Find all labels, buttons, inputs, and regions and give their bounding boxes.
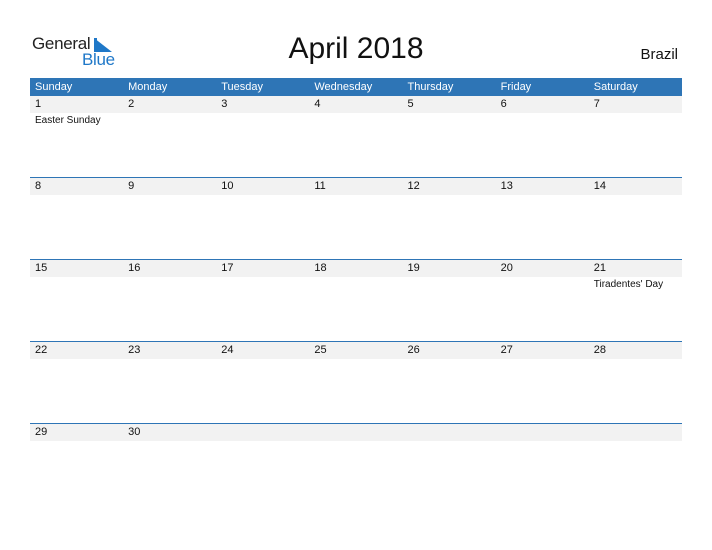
day-cell: 27 [496, 342, 589, 360]
day-number: 17 [221, 262, 234, 274]
weekday-sunday: Sunday [35, 81, 73, 93]
week-days: 1 Easter Sunday 2 3 4 5 6 7 [30, 96, 682, 127]
day-number: 1 [35, 98, 42, 110]
calendar: Sunday Monday Tuesday Wednesday Thursday… [30, 78, 682, 505]
weekday-saturday: Saturday [593, 81, 638, 93]
day-cell: 1 Easter Sunday [30, 96, 123, 127]
day-number: 7 [593, 98, 600, 110]
day-number: 23 [128, 344, 141, 356]
day-cell: 22 [30, 342, 123, 360]
day-number: 25 [314, 344, 327, 356]
day-number [221, 424, 309, 441]
day-cell: 30 [123, 424, 216, 442]
day-cell: 12 [403, 178, 496, 196]
day-cell: 6 [496, 96, 589, 127]
day-number: 12 [407, 180, 420, 192]
day-number: 22 [35, 344, 48, 356]
day-cell: 24 [216, 342, 309, 360]
day-number: 16 [128, 262, 141, 274]
day-cell [496, 424, 589, 442]
day-cell: 15 [30, 260, 123, 291]
day-cell [589, 424, 682, 442]
day-cell: 18 [309, 260, 402, 291]
page-title: April 2018 [288, 32, 424, 65]
day-cell: 17 [216, 260, 309, 291]
day-cell: 7 [589, 96, 682, 127]
day-cell: 23 [123, 342, 216, 360]
day-cell: 2 [123, 96, 216, 127]
day-cell: 16 [123, 260, 216, 291]
day-cell [403, 424, 496, 442]
day-cell: 9 [123, 178, 216, 196]
day-cell: 11 [309, 178, 402, 196]
day-cell: 13 [496, 178, 589, 196]
day-number: 15 [35, 262, 48, 274]
weekday-thursday: Thursday [407, 81, 454, 93]
day-number: 27 [500, 344, 513, 356]
day-number: 14 [593, 180, 606, 192]
day-number: 20 [500, 262, 513, 274]
day-cell [309, 424, 402, 442]
day-number: 4 [314, 98, 321, 110]
day-number: 6 [500, 98, 507, 110]
day-cell: 28 [589, 342, 682, 360]
week-row: 22 23 24 25 26 27 28 [30, 341, 682, 423]
week-row: 29 30 [30, 423, 682, 505]
week-days: 8 9 10 11 12 13 14 [30, 178, 682, 196]
day-cell: 26 [403, 342, 496, 360]
week-row: 1 Easter Sunday 2 3 4 5 6 7 [30, 96, 682, 177]
day-number: 18 [314, 262, 327, 274]
weekday-friday: Friday [500, 81, 532, 93]
day-cell [216, 424, 309, 442]
day-number [314, 424, 402, 441]
week-row: 15 16 17 18 19 20 21 Tiradentes' Day [30, 259, 682, 341]
day-number: 30 [128, 426, 141, 438]
weekday-monday: Monday [128, 81, 168, 93]
day-cell: 20 [496, 260, 589, 291]
day-number: 21 [593, 262, 606, 274]
day-number [594, 424, 682, 441]
day-number: 5 [407, 98, 414, 110]
week-days: 29 30 [30, 424, 682, 442]
day-cell: 4 [309, 96, 402, 127]
week-row: 8 9 10 11 12 13 14 [30, 177, 682, 259]
day-number: 9 [128, 180, 135, 192]
day-number: 10 [221, 180, 234, 192]
weekday-wednesday: Wednesday [314, 81, 373, 93]
day-number: 26 [407, 344, 420, 356]
day-number: 13 [500, 180, 513, 192]
day-cell: 21 Tiradentes' Day [589, 260, 682, 291]
week-days: 15 16 17 18 19 20 21 Tiradentes' Day [30, 260, 682, 291]
day-cell: 10 [216, 178, 309, 196]
day-cell: 14 [589, 178, 682, 196]
day-number [408, 424, 496, 441]
day-number: 3 [221, 98, 228, 110]
day-cell: 8 [30, 178, 123, 196]
day-number: 8 [35, 180, 42, 192]
weekday-tuesday: Tuesday [221, 81, 264, 93]
week-days: 22 23 24 25 26 27 28 [30, 342, 682, 360]
day-cell: 25 [309, 342, 402, 360]
day-cell: 5 [403, 96, 496, 127]
day-number: 28 [593, 344, 606, 356]
day-number [501, 424, 589, 441]
weekday-header: Sunday Monday Tuesday Wednesday Thursday… [30, 78, 682, 96]
day-number: 19 [407, 262, 420, 274]
day-number: 29 [35, 426, 48, 438]
holiday-label: Tiradentes' Day [593, 279, 664, 290]
weeks-container: 1 Easter Sunday 2 3 4 5 6 7 8 9 10 11 12 13 14 15 16 17 18… [30, 96, 682, 505]
holiday-label: Easter Sunday [35, 115, 101, 126]
day-cell: 19 [403, 260, 496, 291]
country-label: Brazil [640, 46, 678, 63]
day-cell: 3 [216, 96, 309, 127]
day-number: 11 [314, 180, 326, 192]
day-cell: 29 [30, 424, 123, 442]
day-number: 2 [128, 98, 135, 110]
day-number: 24 [221, 344, 234, 356]
